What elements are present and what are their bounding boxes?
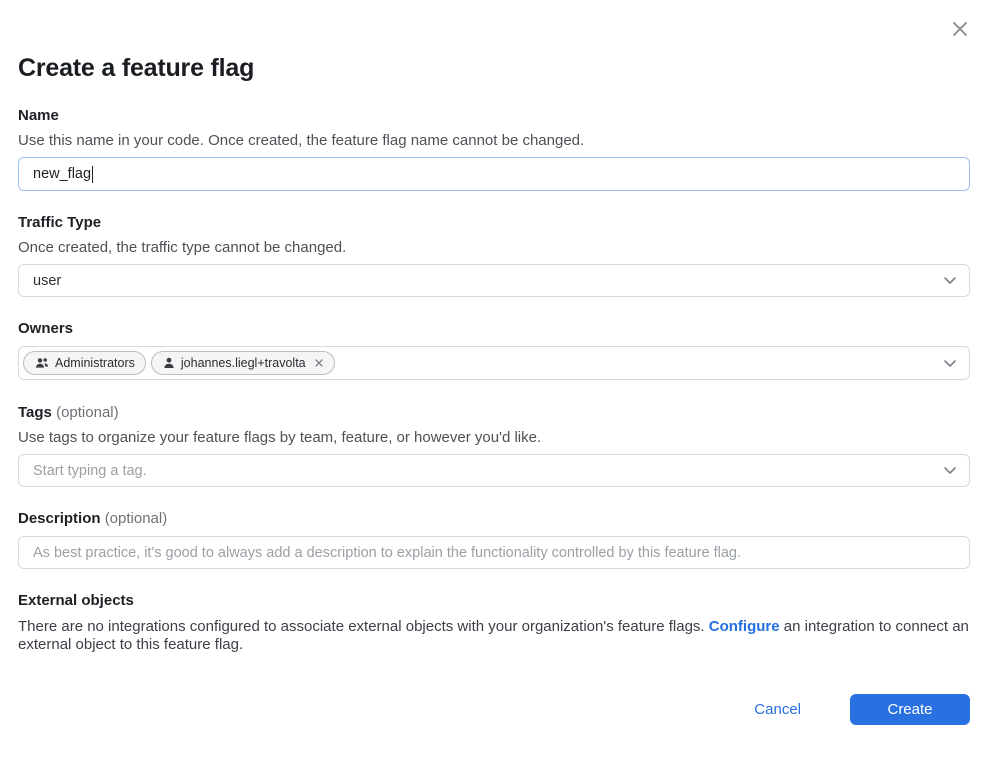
create-button[interactable]: Create	[850, 694, 970, 725]
traffic-type-help-text: Once created, the traffic type cannot be…	[18, 240, 970, 255]
external-objects-section: External objects There are no integratio…	[18, 593, 970, 654]
owners-chip-list: Administrators johannes.liegl+travolta	[23, 351, 335, 375]
name-field-group: Name Use this name in your code. Once cr…	[18, 108, 970, 191]
name-help-text: Use this name in your code. Once created…	[18, 133, 970, 148]
chevron-down-icon	[943, 276, 957, 285]
modal-footer: Cancel Create	[18, 694, 970, 725]
close-button[interactable]	[947, 16, 973, 42]
owner-chip-label: johannes.liegl+travolta	[181, 356, 306, 370]
traffic-type-label: Traffic Type	[18, 215, 970, 231]
description-input[interactable]: As best practice, it's good to always ad…	[18, 536, 970, 569]
name-input-value: new_flag	[33, 166, 91, 182]
x-mark-icon	[314, 358, 324, 368]
owners-field-group: Owners Administrators	[18, 321, 970, 380]
traffic-type-field-group: Traffic Type Once created, the traffic t…	[18, 215, 970, 297]
owner-chip-label: Administrators	[55, 356, 135, 370]
tags-optional-hint: (optional)	[56, 404, 119, 421]
chevron-down-icon	[943, 466, 957, 475]
description-placeholder: As best practice, it's good to always ad…	[33, 545, 741, 561]
tags-label: Tags (optional)	[18, 405, 970, 421]
configure-link[interactable]: Configure	[709, 618, 780, 635]
external-objects-text-before: There are no integrations configured to …	[18, 618, 709, 635]
tags-help-text: Use tags to organize your feature flags …	[18, 430, 970, 445]
modal-title: Create a feature flag	[18, 0, 970, 83]
chevron-down-icon	[943, 359, 957, 368]
tags-field-group: Tags (optional) Use tags to organize you…	[18, 405, 970, 487]
text-caret	[92, 166, 93, 183]
external-objects-text: There are no integrations configured to …	[18, 618, 970, 654]
close-icon	[949, 18, 971, 40]
cancel-button[interactable]: Cancel	[754, 701, 801, 718]
owners-label: Owners	[18, 321, 970, 337]
owner-chip-administrators[interactable]: Administrators	[23, 351, 146, 375]
tags-input[interactable]: Start typing a tag.	[18, 454, 970, 487]
owner-chip-user[interactable]: johannes.liegl+travolta	[151, 351, 335, 375]
external-objects-label: External objects	[18, 593, 970, 609]
group-icon	[35, 357, 49, 369]
description-field-group: Description (optional) As best practice,…	[18, 511, 970, 569]
description-label: Description (optional)	[18, 511, 970, 527]
remove-owner-button[interactable]	[314, 358, 324, 368]
create-feature-flag-modal: Create a feature flag Name Use this name…	[0, 0, 988, 763]
traffic-type-select[interactable]: user	[18, 264, 970, 297]
name-label: Name	[18, 108, 970, 124]
name-input[interactable]: new_flag	[18, 157, 970, 191]
traffic-type-selected-value: user	[33, 273, 61, 289]
person-icon	[163, 357, 175, 369]
description-optional-hint: (optional)	[105, 510, 168, 527]
owners-select[interactable]: Administrators johannes.liegl+travolta	[18, 346, 970, 380]
tags-placeholder: Start typing a tag.	[33, 463, 147, 479]
